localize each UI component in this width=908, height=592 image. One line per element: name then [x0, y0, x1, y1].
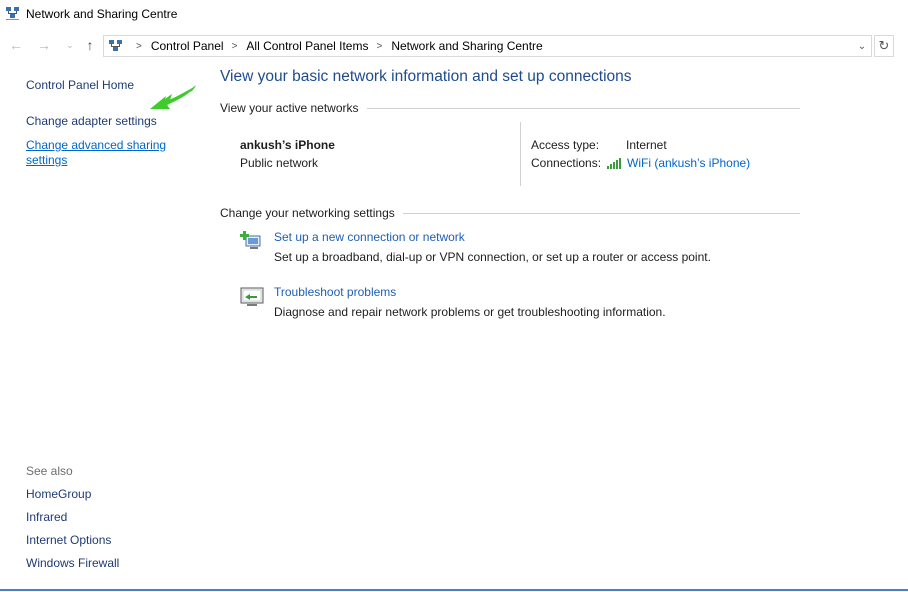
- troubleshoot-link[interactable]: Troubleshoot problems: [274, 285, 396, 299]
- see-also-infrared[interactable]: Infrared: [26, 510, 67, 524]
- refresh-icon[interactable]: ↻: [874, 35, 894, 57]
- wifi-signal-icon: [607, 158, 621, 169]
- green-arrow-annotation-icon: [150, 85, 196, 109]
- setup-connection-link[interactable]: Set up a new connection or network: [274, 230, 465, 244]
- new-connection-icon: [240, 231, 261, 249]
- setup-connection-description: Set up a broadband, dial-up or VPN conne…: [274, 250, 711, 264]
- back-arrow-icon[interactable]: ←: [8, 37, 24, 53]
- breadcrumb-network-centre[interactable]: Network and Sharing Centre: [391, 39, 542, 53]
- title-bar: Network and Sharing Centre: [0, 0, 908, 30]
- breadcrumb-separator-icon[interactable]: >: [376, 41, 382, 52]
- section-divider: [402, 212, 800, 214]
- see-also-heading: See also: [26, 464, 73, 478]
- network-centre-icon: [6, 7, 19, 20]
- window-title: Network and Sharing Centre: [26, 7, 178, 21]
- section-divider: [366, 107, 800, 109]
- see-also-homegroup[interactable]: HomeGroup: [26, 487, 91, 501]
- breadcrumb-control-panel[interactable]: Control Panel: [151, 39, 224, 53]
- wifi-connection-name[interactable]: WiFi (ankush’s iPhone): [627, 156, 750, 170]
- sidebar-item-control-panel-home[interactable]: Control Panel Home: [26, 78, 134, 93]
- see-also-windows-firewall[interactable]: Windows Firewall: [26, 556, 119, 570]
- wifi-connection-link[interactable]: WiFi (ankush’s iPhone): [607, 156, 750, 170]
- forward-arrow-icon[interactable]: →: [36, 37, 52, 53]
- connections-label: Connections:: [531, 156, 602, 170]
- vertical-divider: [520, 122, 521, 186]
- up-arrow-icon[interactable]: ↑: [82, 37, 98, 53]
- breadcrumb-separator-icon[interactable]: >: [136, 41, 142, 52]
- troubleshoot-icon: [240, 287, 264, 306]
- sidebar-item-change-adapter-settings[interactable]: Change adapter settings: [26, 114, 157, 129]
- control-panel-icon: [109, 40, 122, 51]
- access-type-value: Internet: [626, 138, 667, 152]
- network-name: ankush’s iPhone: [240, 138, 335, 152]
- sidebar-item-change-advanced-sharing-line2[interactable]: settings: [26, 153, 67, 168]
- network-type[interactable]: Public network: [240, 156, 318, 170]
- active-networks-heading: View your active networks: [220, 101, 359, 115]
- access-type-label: Access type:: [531, 138, 600, 152]
- address-bar[interactable]: > Control Panel > All Control Panel Item…: [103, 35, 872, 57]
- networking-settings-header: Change your networking settings: [220, 206, 800, 220]
- breadcrumb-all-items[interactable]: All Control Panel Items: [246, 39, 368, 53]
- see-also-internet-options[interactable]: Internet Options: [26, 533, 111, 547]
- address-dropdown-chevron-icon[interactable]: ⌄: [855, 38, 869, 54]
- page-title: View your basic network information and …: [220, 68, 632, 85]
- recent-locations-chevron-icon[interactable]: ⌄: [62, 37, 78, 53]
- networking-settings-heading: Change your networking settings: [220, 206, 395, 220]
- breadcrumb-separator-icon[interactable]: >: [232, 41, 238, 52]
- troubleshoot-description: Diagnose and repair network problems or …: [274, 305, 666, 319]
- active-networks-header: View your active networks: [220, 101, 800, 115]
- sidebar-item-change-advanced-sharing-line1[interactable]: Change advanced sharing: [26, 138, 166, 153]
- window-bottom-border: [0, 589, 908, 591]
- navigation-bar: ← → ⌄ ↑ > Control Panel > All Control Pa…: [0, 33, 908, 59]
- breadcrumb: > Control Panel > All Control Panel Item…: [128, 39, 543, 53]
